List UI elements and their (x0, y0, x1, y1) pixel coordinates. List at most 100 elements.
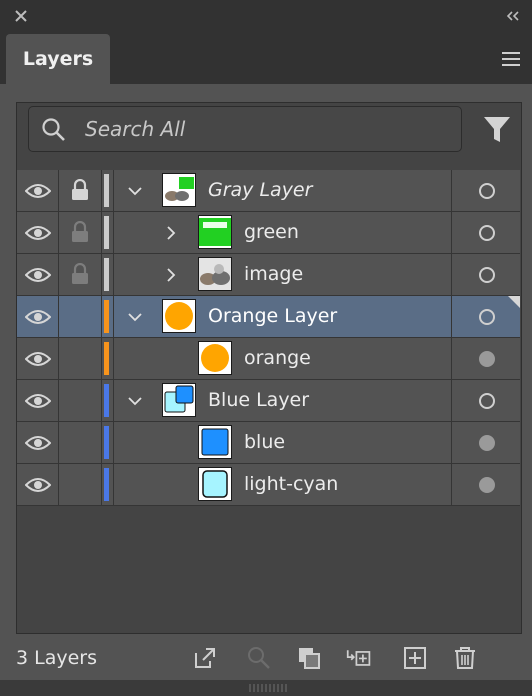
visibility-toggle[interactable] (17, 296, 59, 337)
layer-thumbnail (198, 467, 232, 501)
layer-name: green (244, 221, 299, 243)
layer-thumbnail (198, 425, 232, 459)
target-circle-icon[interactable] (479, 351, 495, 367)
lock-toggle[interactable] (59, 464, 102, 505)
lock-toggle[interactable] (59, 422, 102, 463)
layer-thumbnail (198, 257, 232, 291)
sublayer-row[interactable]: blue (17, 422, 520, 464)
lock-toggle[interactable] (59, 170, 102, 211)
layer-name: Orange Layer (208, 305, 338, 327)
visibility-toggle[interactable] (17, 338, 59, 379)
layer-thumbnail (198, 341, 232, 375)
target-circle-icon[interactable] (479, 309, 495, 325)
target-cell[interactable] (451, 170, 520, 211)
lock-toggle[interactable] (59, 296, 102, 337)
layer-count: 3 Layers (16, 647, 98, 669)
sublayer-row[interactable]: image (17, 254, 520, 296)
layer-name-cell[interactable]: Gray Layer (113, 170, 452, 211)
visibility-toggle[interactable] (17, 254, 59, 295)
layer-name-cell[interactable]: light-cyan (113, 464, 452, 505)
layer-name: light-cyan (244, 473, 339, 495)
double-chevron-left-icon[interactable] (504, 7, 522, 25)
search-field[interactable]: Search All (28, 106, 462, 152)
sublayer-row[interactable]: orange (17, 338, 520, 380)
layer-name-cell[interactable]: blue (113, 422, 452, 463)
target-cell[interactable] (451, 212, 520, 253)
layer-name: Gray Layer (208, 179, 313, 201)
layer-name: orange (244, 347, 311, 369)
target-cell[interactable] (451, 422, 520, 463)
target-cell[interactable] (451, 296, 520, 337)
target-cell[interactable] (451, 380, 520, 421)
create-new-layer-icon[interactable] (402, 645, 428, 671)
lock-toggle[interactable] (59, 254, 102, 295)
layer-name: blue (244, 431, 286, 453)
selected-art-indicator (508, 296, 520, 308)
chevron-down-icon[interactable] (126, 182, 144, 200)
target-circle-icon[interactable] (479, 435, 495, 451)
layer-color-indicator (104, 468, 109, 501)
tab-layers[interactable]: Layers (6, 34, 110, 84)
layer-color-indicator (104, 216, 109, 249)
panel-title-bar (0, 0, 532, 34)
eye-icon (25, 184, 51, 198)
target-circle-icon[interactable] (479, 477, 495, 493)
collect-in-new-layer-icon[interactable] (346, 645, 372, 671)
lock-icon (72, 263, 88, 284)
lock-icon (72, 179, 88, 200)
layer-color-indicator (104, 384, 109, 417)
lock-toggle[interactable] (59, 212, 102, 253)
export-icon[interactable] (192, 645, 218, 671)
eye-icon (25, 478, 51, 492)
layer-name-cell[interactable]: Orange Layer (113, 296, 452, 337)
chevron-down-icon[interactable] (126, 392, 144, 410)
layer-name: Blue Layer (208, 389, 310, 411)
layer-thumbnail (198, 215, 232, 249)
layer-thumbnail (162, 383, 196, 417)
layer-name-cell[interactable]: Blue Layer (113, 380, 452, 421)
hamburger-menu-icon[interactable] (500, 48, 522, 70)
target-cell[interactable] (451, 254, 520, 295)
layer-row[interactable]: Gray Layer (17, 170, 520, 212)
target-circle-icon[interactable] (479, 267, 495, 283)
visibility-toggle[interactable] (17, 170, 59, 211)
layer-name-cell[interactable]: green (113, 212, 452, 253)
lock-icon (72, 221, 88, 242)
target-cell[interactable] (451, 464, 520, 505)
sublayer-row[interactable]: light-cyan (17, 464, 520, 506)
eye-icon (25, 268, 51, 282)
layer-row[interactable]: Blue Layer (17, 380, 520, 422)
sublayer-row[interactable]: green (17, 212, 520, 254)
layer-row[interactable]: Orange Layer (17, 296, 520, 338)
search-icon (42, 118, 65, 141)
layer-name-cell[interactable]: image (113, 254, 452, 295)
layer-thumbnail (162, 173, 196, 207)
visibility-toggle[interactable] (17, 380, 59, 421)
visibility-toggle[interactable] (17, 422, 59, 463)
lock-toggle[interactable] (59, 338, 102, 379)
layer-color-indicator (104, 258, 109, 291)
target-circle-icon[interactable] (479, 225, 495, 241)
target-circle-icon[interactable] (479, 393, 495, 409)
chevron-down-icon[interactable] (126, 308, 144, 326)
lock-toggle[interactable] (59, 380, 102, 421)
target-cell[interactable] (451, 338, 520, 379)
chevron-right-icon[interactable] (162, 266, 180, 284)
resize-grip[interactable] (0, 680, 532, 696)
panel-footer: 3 Layers (0, 636, 532, 680)
visibility-toggle[interactable] (17, 212, 59, 253)
eye-icon (25, 436, 51, 450)
grip-icon (249, 684, 287, 692)
layer-color-indicator (104, 174, 109, 207)
chevron-right-icon[interactable] (162, 224, 180, 242)
locate-object-icon[interactable] (246, 645, 272, 671)
delete-icon[interactable] (452, 645, 478, 671)
make-clipping-mask-icon[interactable] (296, 645, 322, 671)
layer-name: image (244, 263, 304, 285)
filter-icon[interactable] (482, 114, 512, 146)
target-circle-icon[interactable] (479, 183, 495, 199)
visibility-toggle[interactable] (17, 464, 59, 505)
eye-icon (25, 310, 51, 324)
layer-name-cell[interactable]: orange (113, 338, 452, 379)
close-icon[interactable] (12, 7, 30, 25)
